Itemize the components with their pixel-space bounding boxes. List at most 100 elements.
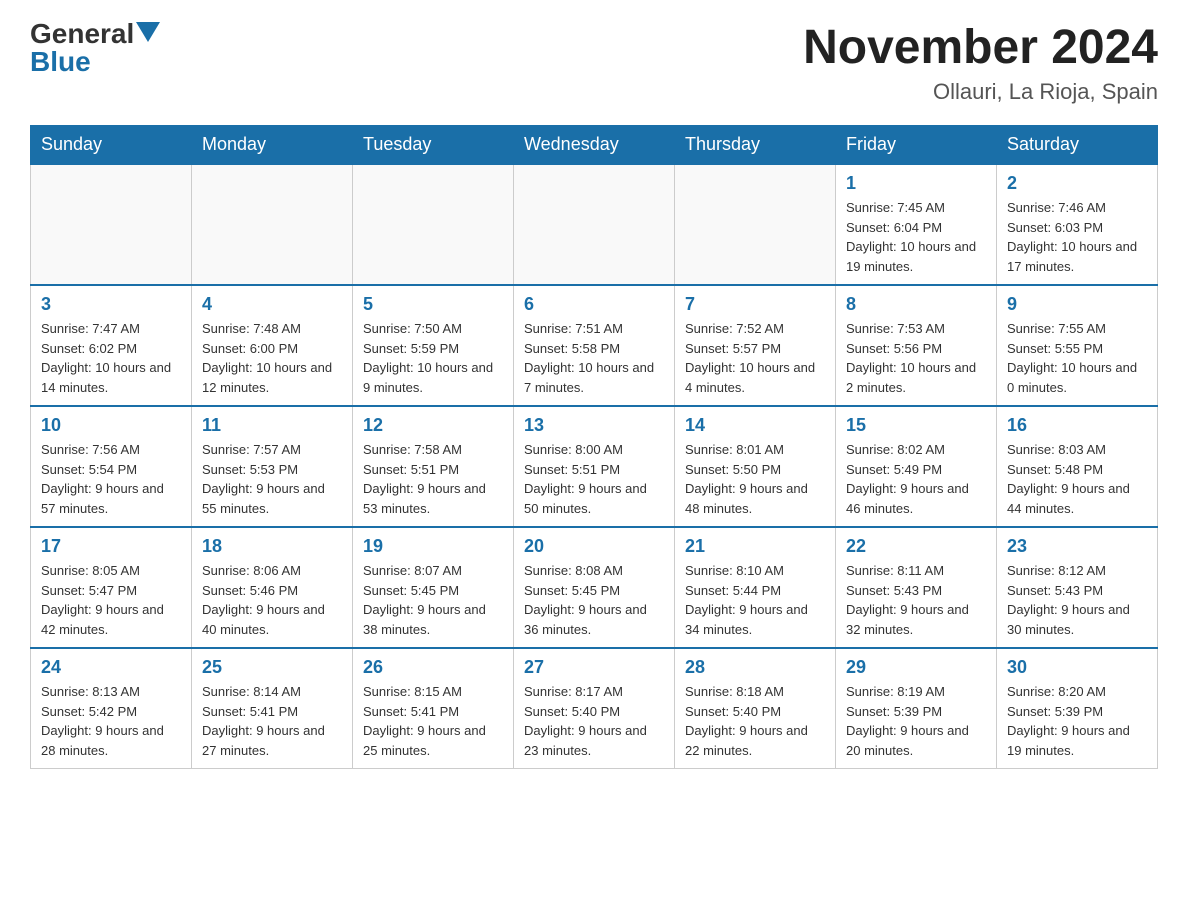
day-number: 22: [846, 536, 986, 557]
day-number: 29: [846, 657, 986, 678]
day-number: 25: [202, 657, 342, 678]
day-number: 2: [1007, 173, 1147, 194]
day-info: Sunrise: 7:56 AMSunset: 5:54 PMDaylight:…: [41, 440, 181, 518]
day-number: 23: [1007, 536, 1147, 557]
day-cell: 23 Sunrise: 8:12 AMSunset: 5:43 PMDayligh…: [997, 527, 1158, 648]
day-info: Sunrise: 8:07 AMSunset: 5:45 PMDaylight:…: [363, 561, 503, 639]
day-info: Sunrise: 7:51 AMSunset: 5:58 PMDaylight:…: [524, 319, 664, 397]
week-row-2: 3 Sunrise: 7:47 AMSunset: 6:02 PMDaylight…: [31, 285, 1158, 406]
day-cell: [675, 164, 836, 285]
day-cell: 2 Sunrise: 7:46 AMSunset: 6:03 PMDaylight…: [997, 164, 1158, 285]
day-cell: 20 Sunrise: 8:08 AMSunset: 5:45 PMDayligh…: [514, 527, 675, 648]
day-cell: 18 Sunrise: 8:06 AMSunset: 5:46 PMDayligh…: [192, 527, 353, 648]
day-number: 20: [524, 536, 664, 557]
day-header-thursday: Thursday: [675, 126, 836, 165]
day-header-tuesday: Tuesday: [353, 126, 514, 165]
week-row-4: 17 Sunrise: 8:05 AMSunset: 5:47 PMDayligh…: [31, 527, 1158, 648]
day-number: 13: [524, 415, 664, 436]
day-cell: 15 Sunrise: 8:02 AMSunset: 5:49 PMDayligh…: [836, 406, 997, 527]
day-number: 19: [363, 536, 503, 557]
day-info: Sunrise: 7:47 AMSunset: 6:02 PMDaylight:…: [41, 319, 181, 397]
day-info: Sunrise: 7:57 AMSunset: 5:53 PMDaylight:…: [202, 440, 342, 518]
day-cell: 3 Sunrise: 7:47 AMSunset: 6:02 PMDaylight…: [31, 285, 192, 406]
day-number: 27: [524, 657, 664, 678]
day-info: Sunrise: 8:06 AMSunset: 5:46 PMDaylight:…: [202, 561, 342, 639]
day-cell: 8 Sunrise: 7:53 AMSunset: 5:56 PMDaylight…: [836, 285, 997, 406]
day-info: Sunrise: 8:20 AMSunset: 5:39 PMDaylight:…: [1007, 682, 1147, 760]
day-number: 26: [363, 657, 503, 678]
day-cell: 16 Sunrise: 8:03 AMSunset: 5:48 PMDayligh…: [997, 406, 1158, 527]
day-number: 10: [41, 415, 181, 436]
logo: General Blue: [30, 20, 160, 76]
day-number: 11: [202, 415, 342, 436]
day-info: Sunrise: 8:08 AMSunset: 5:45 PMDaylight:…: [524, 561, 664, 639]
title-area: November 2024 Ollauri, La Rioja, Spain: [803, 20, 1158, 105]
day-cell: 11 Sunrise: 7:57 AMSunset: 5:53 PMDayligh…: [192, 406, 353, 527]
day-header-monday: Monday: [192, 126, 353, 165]
day-number: 8: [846, 294, 986, 315]
day-info: Sunrise: 8:17 AMSunset: 5:40 PMDaylight:…: [524, 682, 664, 760]
day-number: 30: [1007, 657, 1147, 678]
day-info: Sunrise: 8:02 AMSunset: 5:49 PMDaylight:…: [846, 440, 986, 518]
day-cell: 9 Sunrise: 7:55 AMSunset: 5:55 PMDaylight…: [997, 285, 1158, 406]
day-info: Sunrise: 8:03 AMSunset: 5:48 PMDaylight:…: [1007, 440, 1147, 518]
day-header-wednesday: Wednesday: [514, 126, 675, 165]
day-cell: 27 Sunrise: 8:17 AMSunset: 5:40 PMDayligh…: [514, 648, 675, 769]
day-info: Sunrise: 7:52 AMSunset: 5:57 PMDaylight:…: [685, 319, 825, 397]
day-info: Sunrise: 8:11 AMSunset: 5:43 PMDaylight:…: [846, 561, 986, 639]
day-cell: [31, 164, 192, 285]
day-cell: 26Sunrise: 8:15 AMSunset: 5:41 PMDayligh…: [353, 648, 514, 769]
day-number: 7: [685, 294, 825, 315]
day-number: 5: [363, 294, 503, 315]
day-number: 21: [685, 536, 825, 557]
day-cell: [192, 164, 353, 285]
day-number: 18: [202, 536, 342, 557]
day-info: Sunrise: 8:12 AMSunset: 5:43 PMDaylight:…: [1007, 561, 1147, 639]
day-number: 6: [524, 294, 664, 315]
day-info: Sunrise: 8:19 AMSunset: 5:39 PMDaylight:…: [846, 682, 986, 760]
day-header-friday: Friday: [836, 126, 997, 165]
day-cell: 25 Sunrise: 8:14 AMSunset: 5:41 PMDayligh…: [192, 648, 353, 769]
day-number: 28: [685, 657, 825, 678]
day-cell: 12Sunrise: 7:58 AMSunset: 5:51 PMDayligh…: [353, 406, 514, 527]
day-cell: 28 Sunrise: 8:18 AMSunset: 5:40 PMDayligh…: [675, 648, 836, 769]
day-number: 15: [846, 415, 986, 436]
day-info: Sunrise: 7:50 AMSunset: 5:59 PMDaylight:…: [363, 319, 503, 397]
logo-general-text: General: [30, 20, 134, 48]
location: Ollauri, La Rioja, Spain: [803, 79, 1158, 105]
day-info: Sunrise: 7:58 AMSunset: 5:51 PMDaylight:…: [363, 440, 503, 518]
day-info: Sunrise: 8:18 AMSunset: 5:40 PMDaylight:…: [685, 682, 825, 760]
day-cell: 5 Sunrise: 7:50 AMSunset: 5:59 PMDaylight…: [353, 285, 514, 406]
day-number: 3: [41, 294, 181, 315]
day-cell: 14 Sunrise: 8:01 AMSunset: 5:50 PMDayligh…: [675, 406, 836, 527]
day-cell: 19 Sunrise: 8:07 AMSunset: 5:45 PMDayligh…: [353, 527, 514, 648]
day-number: 17: [41, 536, 181, 557]
day-info: Sunrise: 8:10 AMSunset: 5:44 PMDaylight:…: [685, 561, 825, 639]
day-info: Sunrise: 7:53 AMSunset: 5:56 PMDaylight:…: [846, 319, 986, 397]
day-number: 16: [1007, 415, 1147, 436]
day-info: Sunrise: 8:01 AMSunset: 5:50 PMDaylight:…: [685, 440, 825, 518]
day-cell: 24Sunrise: 8:13 AMSunset: 5:42 PMDayligh…: [31, 648, 192, 769]
calendar-header-row: SundayMondayTuesdayWednesdayThursdayFrid…: [31, 126, 1158, 165]
day-number: 9: [1007, 294, 1147, 315]
day-info: Sunrise: 8:13 AMSunset: 5:42 PMDaylight:…: [41, 682, 181, 760]
day-cell: [353, 164, 514, 285]
day-number: 1: [846, 173, 986, 194]
day-header-saturday: Saturday: [997, 126, 1158, 165]
day-number: 14: [685, 415, 825, 436]
logo-blue-text: Blue: [30, 48, 91, 76]
week-row-3: 10 Sunrise: 7:56 AMSunset: 5:54 PMDayligh…: [31, 406, 1158, 527]
day-number: 4: [202, 294, 342, 315]
day-cell: 13Sunrise: 8:00 AMSunset: 5:51 PMDayligh…: [514, 406, 675, 527]
day-cell: [514, 164, 675, 285]
day-header-sunday: Sunday: [31, 126, 192, 165]
page-header: General Blue November 2024 Ollauri, La R…: [30, 20, 1158, 105]
day-cell: 29 Sunrise: 8:19 AMSunset: 5:39 PMDayligh…: [836, 648, 997, 769]
day-info: Sunrise: 7:55 AMSunset: 5:55 PMDaylight:…: [1007, 319, 1147, 397]
day-info: Sunrise: 7:48 AMSunset: 6:00 PMDaylight:…: [202, 319, 342, 397]
day-info: Sunrise: 8:05 AMSunset: 5:47 PMDaylight:…: [41, 561, 181, 639]
day-info: Sunrise: 7:46 AMSunset: 6:03 PMDaylight:…: [1007, 198, 1147, 276]
day-cell: 21 Sunrise: 8:10 AMSunset: 5:44 PMDayligh…: [675, 527, 836, 648]
calendar-table: SundayMondayTuesdayWednesdayThursdayFrid…: [30, 125, 1158, 769]
day-info: Sunrise: 8:14 AMSunset: 5:41 PMDaylight:…: [202, 682, 342, 760]
